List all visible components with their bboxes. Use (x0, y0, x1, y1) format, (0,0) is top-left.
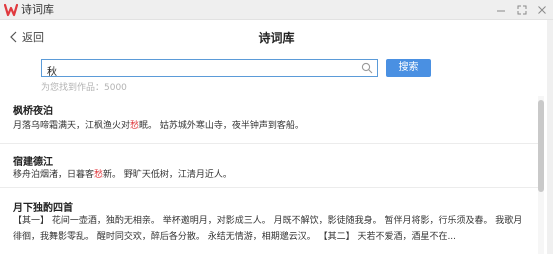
search-input[interactable] (42, 62, 342, 79)
minimize-icon (497, 10, 505, 12)
page-title: 诗词库 (258, 31, 295, 45)
excerpt-text: 眠。 姑苏城外寒山寺，夜半钟声到客船。 (139, 121, 304, 131)
minimize-button[interactable] (494, 2, 508, 17)
poem-excerpt: 【其一】 花间一壶酒，独酌无相亲。 举杯邀明月，对影成三人。 月既不解饮，影徒随… (13, 216, 523, 226)
close-button[interactable] (535, 2, 549, 17)
poem-excerpt: 月落乌啼霜满天，江枫渔火对愁眠。 姑苏城外寒山寺，夜半钟声到客船。 (13, 119, 304, 133)
page-header: 返回 诗词库 (0, 21, 553, 53)
window-title: 诗词库 (21, 3, 54, 16)
excerpt-text: 月落乌啼霜满天，江枫渔火对 (13, 121, 131, 131)
wps-logo-icon (4, 3, 18, 17)
excerpt-text: 移舟泊烟渚，日暮客 (13, 170, 95, 180)
list-item[interactable]: 宿建德江 移舟泊烟渚，日暮客愁新。 野旷天低树，江清月近人。 (0, 144, 538, 188)
list-item[interactable]: 月下独酌四首 【其一】 花间一壶酒，独酌无相亲。 举杯邀明月，对影成三人。 月既… (0, 188, 538, 254)
poem-title[interactable]: 枫桥夜泊 (13, 102, 53, 117)
list-item[interactable]: 枫桥夜泊 月落乌啼霜满天，江枫渔火对愁眠。 姑苏城外寒山寺，夜半钟声到客船。 (0, 96, 538, 144)
search-button[interactable]: 搜索 (386, 59, 431, 77)
search-field[interactable] (41, 59, 378, 79)
poem-excerpt-line2: 徘徊，我舞影零乱。 醒时同交欢，醉后各分散。 永结无情游，相期邈云汉。 【其二】… (13, 232, 457, 242)
excerpt-highlight: 愁 (94, 170, 104, 180)
excerpt-highlight: 愁 (130, 121, 140, 131)
excerpt-text: 新。 野旷天低树，江清月近人。 (103, 170, 232, 180)
result-count: 为您找到作品：5000 (41, 83, 127, 93)
close-icon (538, 6, 546, 14)
poem-excerpt: 移舟泊烟渚，日暮客愁新。 野旷天低树，江清月近人。 (13, 168, 232, 182)
window-edge (547, 20, 553, 254)
search-icon[interactable] (361, 62, 373, 74)
maximize-icon (517, 5, 527, 15)
maximize-button[interactable] (515, 2, 529, 17)
window-titlebar: 诗词库 (0, 0, 553, 20)
scrollbar-thumb[interactable] (538, 100, 544, 192)
poem-title[interactable]: 宿建德江 (13, 153, 53, 168)
results-list: 枫桥夜泊 月落乌啼霜满天，江枫渔火对愁眠。 姑苏城外寒山寺，夜半钟声到客船。 宿… (0, 96, 538, 254)
poem-title[interactable]: 月下独酌四首 (13, 199, 73, 214)
